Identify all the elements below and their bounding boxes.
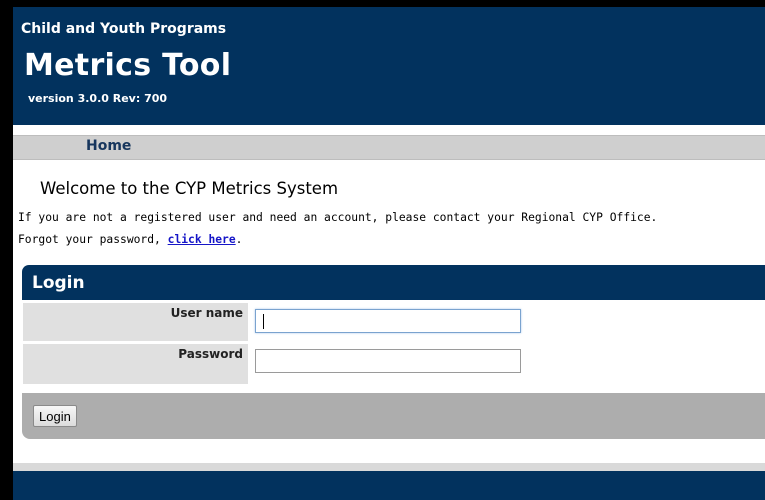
page-frame: Child and Youth Programs Metrics Tool ve…	[13, 7, 765, 500]
username-input[interactable]	[255, 309, 521, 333]
app-title: Metrics Tool	[24, 48, 232, 83]
registration-info: If you are not a registered user and nee…	[18, 211, 658, 224]
forgot-prefix: Forgot your password,	[18, 233, 168, 246]
login-button[interactable]: Login	[33, 405, 77, 427]
version-label: version 3.0.0 Rev: 700	[28, 92, 168, 105]
password-label: Password	[178, 347, 243, 361]
site-footer	[13, 471, 765, 500]
password-input[interactable]	[255, 349, 521, 373]
footer-divider	[13, 463, 765, 471]
nav-home-link[interactable]: Home	[86, 138, 131, 154]
login-panel-header: Login	[22, 265, 765, 300]
forgot-suffix: .	[235, 233, 243, 246]
login-action-bar: Login	[22, 393, 765, 439]
forgot-password-line: Forgot your password, click here.	[18, 233, 242, 246]
org-name: Child and Youth Programs	[21, 21, 227, 37]
text-caret	[263, 314, 264, 329]
forgot-password-link[interactable]: click here	[168, 233, 236, 246]
username-label: User name	[170, 306, 243, 320]
welcome-heading: Welcome to the CYP Metrics System	[40, 179, 339, 198]
username-label-cell: User name	[23, 303, 248, 341]
nav-bar: Home	[13, 135, 765, 160]
site-header: Child and Youth Programs Metrics Tool ve…	[13, 7, 765, 125]
login-title: Login	[32, 273, 85, 293]
password-label-cell: Password	[23, 344, 248, 384]
